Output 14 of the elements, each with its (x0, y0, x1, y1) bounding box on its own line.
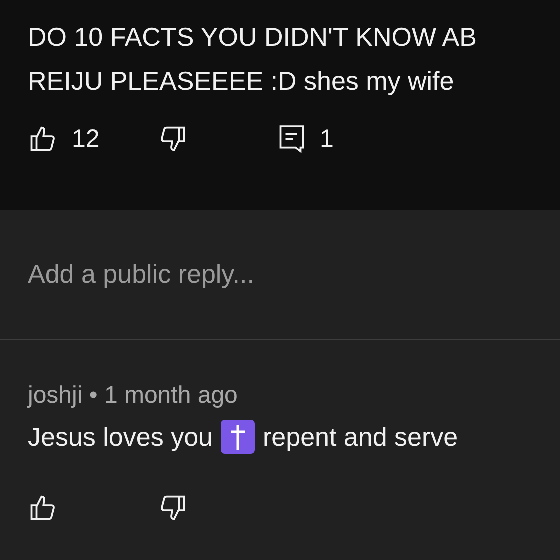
replies-button[interactable]: 1 (278, 124, 334, 154)
comment-text: REIJU PLEASEEEE :D shes my wife (28, 65, 456, 98)
like-button[interactable]: 12 (28, 124, 158, 154)
reply-text: Jesus loves you (28, 422, 213, 452)
thumbs-down-icon (158, 493, 188, 523)
cross-emoji-icon (220, 420, 255, 454)
comment-text: DO 10 FACTS YOU DIDN'T KNOW AB (28, 21, 478, 54)
reply-meta: joshji • 1 month ago (28, 381, 239, 411)
thumbs-up-icon (28, 493, 58, 523)
reply-text: repent and serve (262, 422, 458, 452)
thumbs-up-icon (28, 124, 58, 154)
comment-icon (278, 124, 306, 154)
thumbs-down-icon (158, 124, 188, 154)
reply-field[interactable]: Add a public reply... (28, 259, 532, 290)
